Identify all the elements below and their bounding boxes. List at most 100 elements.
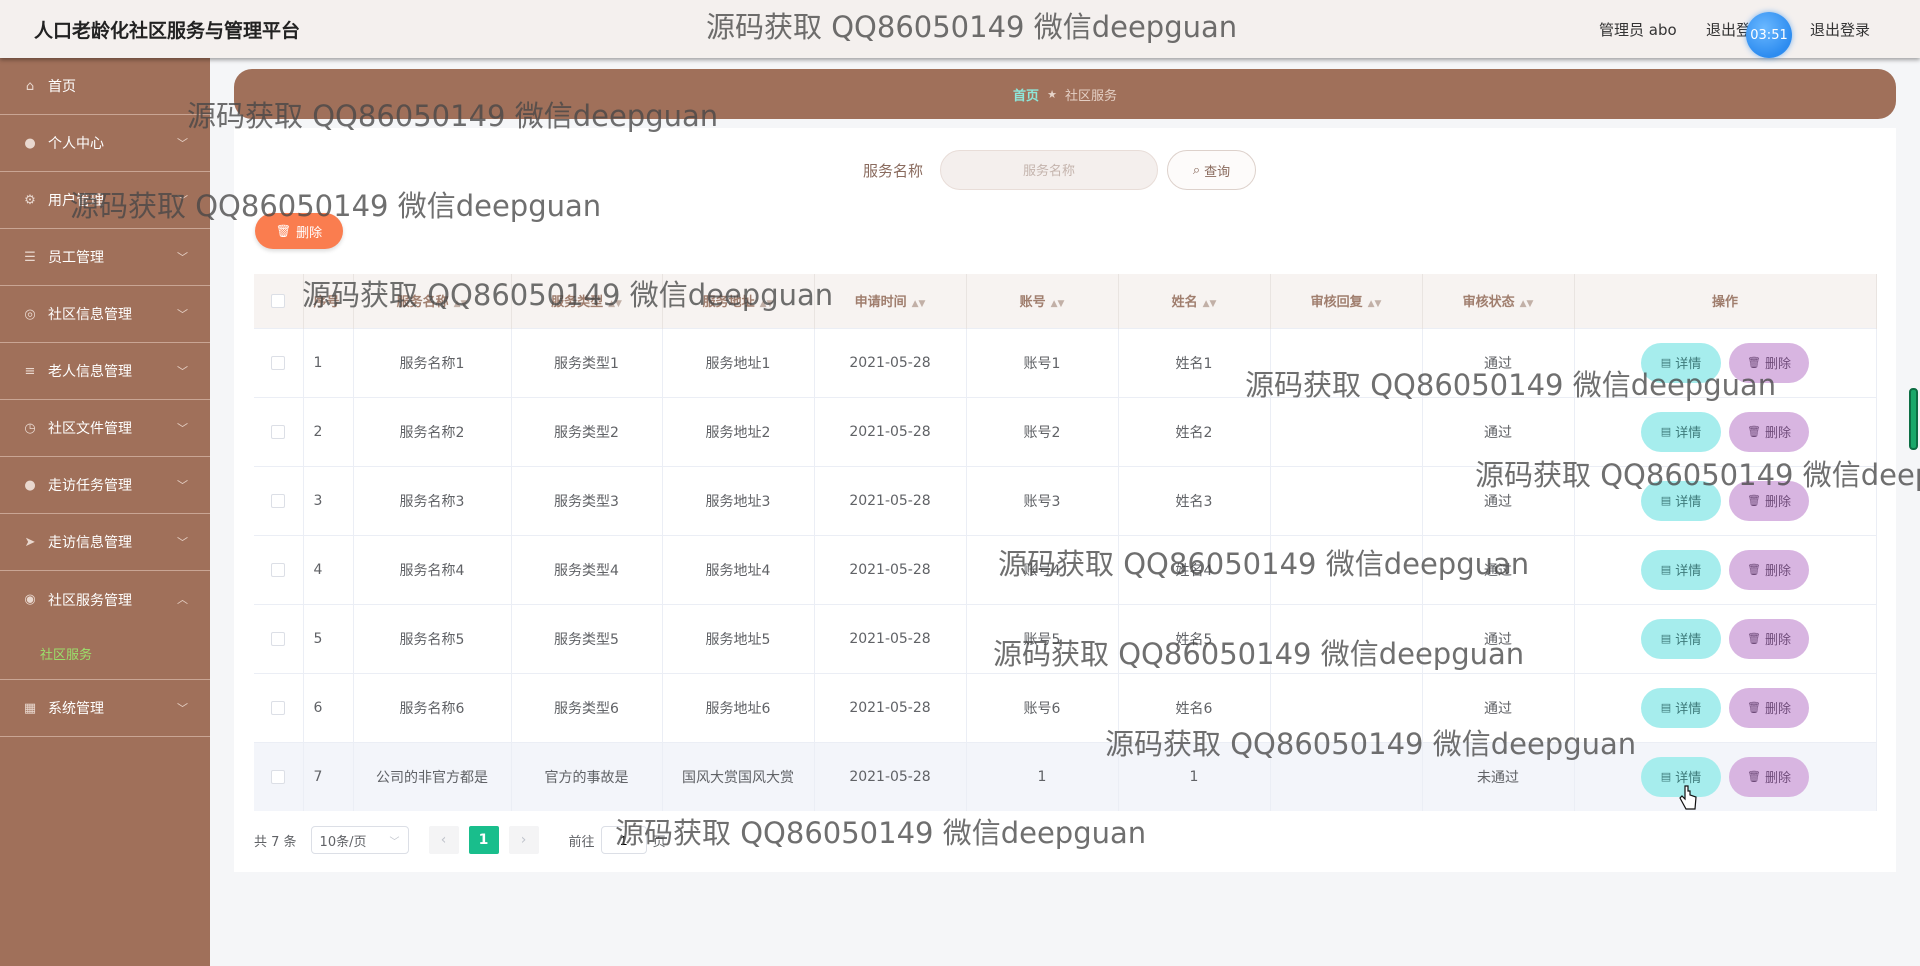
- sidebar-item-community-files[interactable]: ◷ 社区文件管理 ﹀: [0, 400, 210, 457]
- column-header[interactable]: 服务类型 ▲▼: [511, 274, 663, 328]
- cell-service-address: 服务地址6: [662, 672, 815, 742]
- row-checkbox[interactable]: [254, 672, 304, 742]
- trash-icon: 🗑: [1747, 770, 1761, 784]
- column-header[interactable]: 账号 ▲▼: [966, 274, 1119, 328]
- detail-button[interactable]: ▤ 详情: [1641, 480, 1721, 521]
- chevron-down-icon: ﹀: [177, 479, 188, 492]
- document-icon: ▤: [1660, 563, 1672, 576]
- sidebar-item-label: 社区服务管理: [48, 592, 132, 609]
- sidebar-item-label: 社区信息管理: [48, 307, 132, 323]
- goto-page-input[interactable]: [600, 826, 647, 854]
- goto-unit: 页: [652, 834, 666, 850]
- cell-index: 1: [303, 327, 354, 397]
- top-bar: 人口老龄化社区服务与管理平台 管理员 abo 退出登 03:51 退出登录: [0, 0, 1920, 58]
- column-header[interactable]: 服务名称 ▲▼: [353, 274, 512, 328]
- row-checkbox[interactable]: [254, 741, 304, 811]
- detail-button[interactable]: ▤ 详情: [1641, 342, 1721, 383]
- prev-page-button[interactable]: ‹: [428, 826, 459, 854]
- row-checkbox[interactable]: [254, 534, 304, 604]
- admin-user-label: 管理员 abo: [1599, 21, 1677, 39]
- delete-button[interactable]: 🗑 删除: [1729, 618, 1809, 659]
- cell-apply-time: 2021-05-28: [814, 396, 967, 466]
- cell-service-name: 服务名称2: [353, 396, 512, 466]
- column-header[interactable]: 姓名 ▲▼: [1118, 274, 1271, 328]
- delete-button[interactable]: 🗑 删除: [1729, 687, 1809, 728]
- page-size-select[interactable]: 10条/页 ﹀: [310, 826, 409, 854]
- document-icon: ▤: [1660, 494, 1672, 507]
- column-header[interactable]: 审核状态 ▲▼: [1422, 274, 1575, 328]
- sidebar-item-profile[interactable]: ● 个人中心 ﹀: [0, 115, 210, 172]
- sidebar-item-visit-info[interactable]: ➤ 走访信息管理 ﹀: [0, 514, 210, 571]
- breadcrumb-current: 社区服务: [1064, 88, 1117, 104]
- cell-review-reply: [1270, 672, 1423, 742]
- sidebar-item-visit-tasks[interactable]: ● 走访任务管理 ﹀: [0, 457, 210, 514]
- sidebar-item-system[interactable]: ▦ 系统管理 ﹀: [0, 680, 210, 737]
- detail-button[interactable]: ▤ 详情: [1641, 618, 1721, 659]
- delete-button[interactable]: 🗑 删除: [1729, 756, 1809, 797]
- home-icon: ⌂: [25, 78, 35, 94]
- delete-button-label: 删除: [1764, 771, 1791, 787]
- logout-button[interactable]: 退出登录: [1810, 19, 1870, 40]
- logout-link-partial[interactable]: 退出登: [1706, 19, 1751, 40]
- sort-icon: ▲▼: [1202, 299, 1217, 310]
- delete-button-label: 删除: [1764, 495, 1791, 510]
- trash-icon: 🗑: [1747, 356, 1761, 369]
- delete-button[interactable]: 🗑 删除: [1729, 480, 1809, 521]
- chevron-down-icon: ﹀: [177, 422, 188, 435]
- row-checkbox[interactable]: [254, 465, 304, 535]
- cell-apply-time: 2021-05-28: [814, 465, 967, 535]
- sidebar-item-home[interactable]: ⌂ 首页: [0, 58, 210, 115]
- sidebar-item-elderly-info[interactable]: ≡ 老人信息管理 ﹀: [0, 343, 210, 400]
- select-all-checkbox[interactable]: [254, 274, 304, 328]
- cell-service-type: 服务类型3: [511, 465, 663, 535]
- next-page-button[interactable]: ›: [508, 826, 539, 854]
- detail-button[interactable]: ▤ 详情: [1641, 549, 1721, 590]
- service-icon: ◉: [24, 592, 36, 607]
- table-row: 2 服务名称2 服务类型2 服务地址2 2021-05-28 账号2 姓名2 通过 ▤ 详情 🗑 删除: [254, 396, 1877, 466]
- page-number-current[interactable]: 1: [468, 826, 499, 854]
- page-size-value: 10条/页: [319, 834, 367, 850]
- delete-button[interactable]: 🗑 删除: [1729, 549, 1809, 590]
- batch-delete-label: 删除: [296, 225, 323, 241]
- sidebar-item-community-service-mgmt[interactable]: ◉ 社区服务管理 ︿: [0, 571, 210, 628]
- column-header[interactable]: 申请时间 ▲▼: [814, 274, 967, 328]
- cell-service-address: 服务地址5: [662, 603, 815, 673]
- cell-apply-time: 2021-05-28: [814, 327, 967, 397]
- cell-name: 姓名1: [1118, 327, 1271, 397]
- chevron-up-icon: ︿: [177, 593, 188, 606]
- batch-delete-button[interactable]: 🗑 删除: [255, 213, 343, 249]
- row-checkbox[interactable]: [254, 396, 304, 466]
- cell-review-reply: [1270, 603, 1423, 673]
- trash-icon: 🗑: [1747, 494, 1761, 507]
- delete-button[interactable]: 🗑 删除: [1729, 411, 1809, 452]
- sidebar-item-label: 系统管理: [48, 701, 104, 717]
- table-row: 1 服务名称1 服务类型1 服务地址1 2021-05-28 账号1 姓名1 通过 ▤ 详情 🗑 删除: [254, 327, 1877, 397]
- user-icon: ●: [24, 135, 36, 151]
- breadcrumb-home[interactable]: 首页: [1013, 85, 1039, 104]
- delete-button[interactable]: 🗑 删除: [1729, 342, 1809, 383]
- sidebar-item-users[interactable]: ⚙ 用户管理 ﹀: [0, 172, 210, 229]
- trash-icon: 🗑: [1747, 701, 1761, 714]
- cell-service-name: 服务名称3: [353, 465, 512, 535]
- sidebar-subitem-community-service[interactable]: 社区服务: [0, 628, 210, 680]
- cell-name: 1: [1118, 741, 1271, 811]
- row-checkbox[interactable]: [254, 603, 304, 673]
- cell-actions: ▤ 详情 🗑 删除: [1574, 396, 1877, 466]
- cell-review-reply: [1270, 396, 1423, 466]
- detail-button-label: 详情: [1675, 357, 1702, 372]
- column-header[interactable]: 服务地址 ▲▼: [662, 274, 815, 328]
- pagination-total: 共 7 条: [254, 834, 297, 850]
- query-button[interactable]: ⌕ 查询: [1167, 150, 1256, 190]
- scroll-indicator[interactable]: [1909, 388, 1918, 450]
- document-icon: ▤: [1660, 632, 1672, 645]
- cell-actions: ▤ 详情 🗑 删除: [1574, 741, 1877, 811]
- search-input[interactable]: [940, 150, 1158, 190]
- sidebar-item-staff[interactable]: ☰ 员工管理 ﹀: [0, 229, 210, 286]
- sidebar-item-community-info[interactable]: ◎ 社区信息管理 ﹀: [0, 286, 210, 343]
- detail-button[interactable]: ▤ 详情: [1641, 411, 1721, 452]
- row-checkbox[interactable]: [254, 327, 304, 397]
- column-header[interactable]: 审核回复 ▲▼: [1270, 274, 1423, 328]
- sidebar-item-label: 个人中心: [48, 136, 104, 152]
- timer-badge: 03:51: [1746, 12, 1792, 58]
- detail-button[interactable]: ▤ 详情: [1641, 687, 1721, 728]
